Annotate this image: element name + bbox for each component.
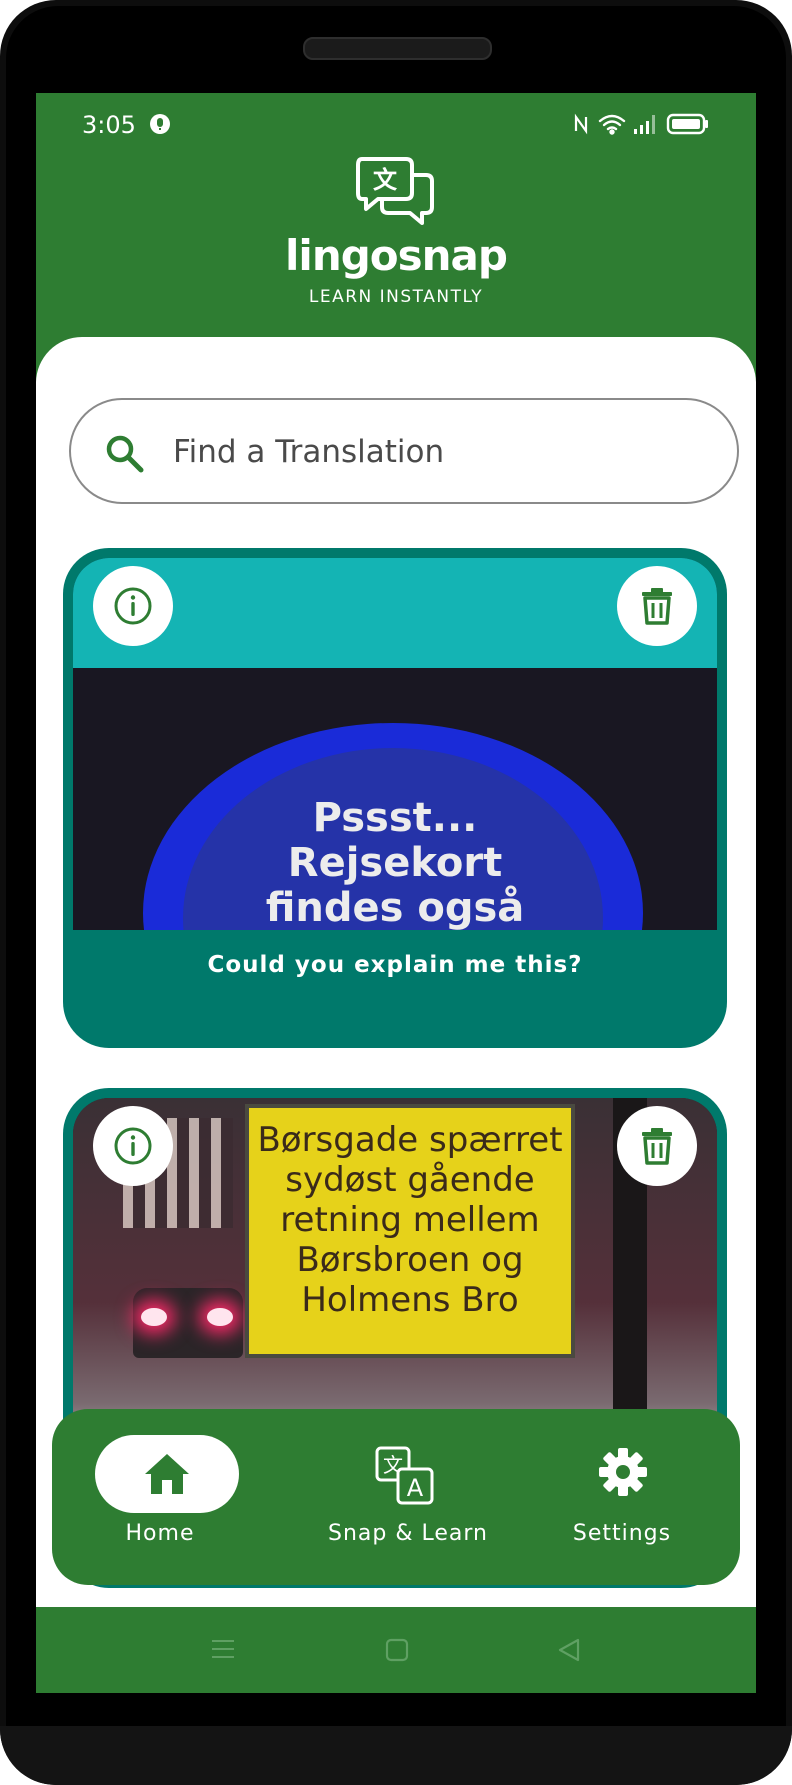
nav-settings[interactable]: Settings <box>512 1409 732 1585</box>
bottom-nav: Home 文 A Snap & Learn Settings <box>52 1409 740 1585</box>
nav-home-indicator <box>95 1435 239 1513</box>
system-nav-bar <box>36 1607 756 1693</box>
delete-button[interactable] <box>617 1106 697 1186</box>
nav-snap-learn[interactable]: 文 A Snap & Learn <box>298 1409 518 1585</box>
alert-icon <box>148 112 172 141</box>
status-time: 3:05 <box>82 111 136 139</box>
app-tagline: LEARN INSTANTLY <box>308 287 484 307</box>
info-icon <box>114 587 152 625</box>
search-bar[interactable] <box>69 398 739 504</box>
info-icon <box>114 1127 152 1165</box>
wifi-icon <box>598 114 626 135</box>
photo-sign-text: Pssst... Rejsekort findes også <box>265 795 525 931</box>
search-input[interactable] <box>171 424 695 480</box>
translate-logo-icon: 文 <box>356 155 436 232</box>
translation-card[interactable]: Pssst... Rejsekort findes også Could you… <box>63 548 727 1048</box>
nav-snap-label: Snap & Learn <box>328 1521 488 1546</box>
nav-home-label: Home <box>125 1521 195 1546</box>
info-button[interactable] <box>93 566 173 646</box>
trash-icon <box>642 1128 672 1165</box>
gear-icon <box>599 1448 647 1496</box>
signal-icon <box>634 115 655 134</box>
back-icon[interactable] <box>556 1637 582 1668</box>
nav-settings-label: Settings <box>572 1521 672 1546</box>
status-icons <box>572 111 712 142</box>
nav-home[interactable]: Home <box>80 1409 240 1585</box>
phone-speaker <box>303 37 492 60</box>
nfc-icon <box>574 113 588 135</box>
app-screen: 3:05 文 lingosnap LEARN INSTANTLY Find a … <box>36 93 756 1693</box>
home-icon <box>145 1454 189 1494</box>
menu-icon[interactable] <box>210 1637 236 1666</box>
photo-sign-text: Børsgade spærret sydøst gående retning m… <box>257 1120 563 1320</box>
phone-frame: 3:05 文 lingosnap LEARN INSTANTLY Find a … <box>0 0 792 1785</box>
svg-text:文: 文 <box>373 166 398 194</box>
delete-button[interactable] <box>617 566 697 646</box>
card-caption: Could you explain me this? <box>207 952 583 978</box>
translate-icon: 文 A <box>375 1446 434 1505</box>
info-button[interactable] <box>93 1106 173 1186</box>
app-name: lingosnap <box>285 231 508 280</box>
trash-icon <box>642 588 672 625</box>
phone-chin <box>0 1726 792 1785</box>
svg-text:A: A <box>407 1474 424 1502</box>
battery-icon <box>666 113 708 135</box>
home-square-icon[interactable] <box>384 1637 410 1668</box>
status-bar: 3:05 <box>36 93 756 153</box>
search-icon <box>105 434 145 479</box>
